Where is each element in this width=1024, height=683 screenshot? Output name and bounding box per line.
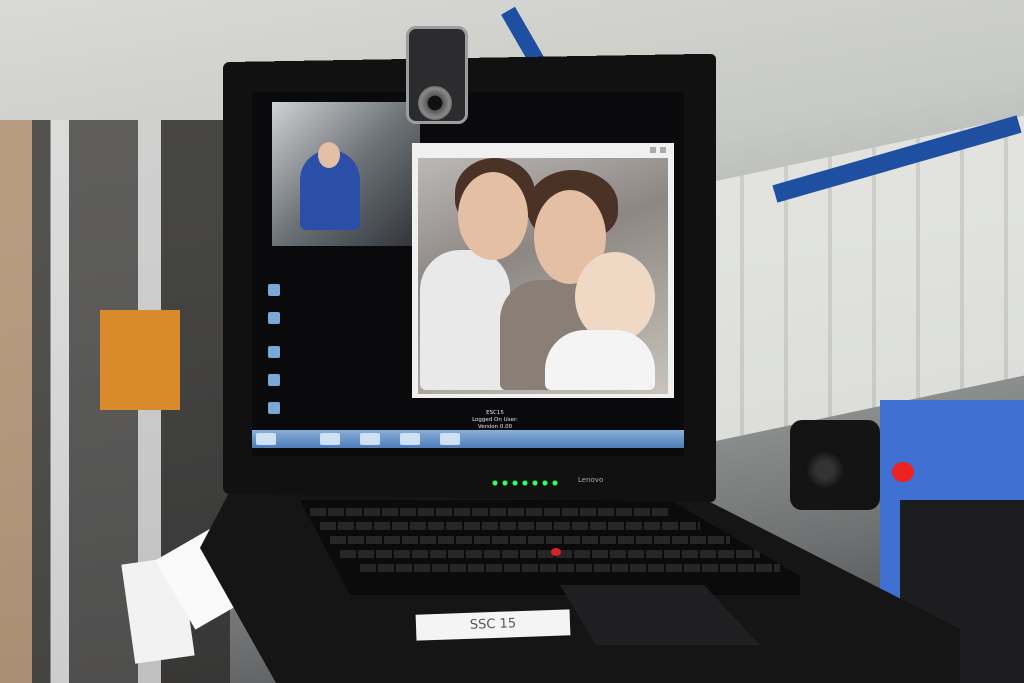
orange-connector: [100, 310, 180, 410]
logon-info: ESC15 Logged On User: Version 0.00: [440, 410, 550, 431]
flag-sticker: [892, 462, 914, 482]
taskbar-item[interactable]: [360, 433, 380, 445]
baby-clothes: [545, 330, 655, 390]
photo-scene: SSC 15 Lenovo ESC15 Logged On User: Vers…: [0, 0, 1024, 683]
camera-lens: [805, 450, 845, 490]
trackpoint[interactable]: [551, 548, 561, 556]
logon-line-user: Logged On User:: [472, 417, 518, 423]
brand-label: Lenovo: [578, 476, 604, 484]
desktop-icon[interactable]: [268, 312, 280, 324]
desktop-icon[interactable]: [268, 374, 280, 386]
logon-line-host: ESC15: [486, 410, 504, 416]
taskbar-item[interactable]: [440, 433, 460, 445]
taskbar[interactable]: [252, 430, 684, 448]
status-leds: [490, 480, 560, 486]
taskbar-item[interactable]: [320, 433, 340, 445]
astronaut-face: [318, 142, 340, 168]
taskbar-item[interactable]: [400, 433, 420, 445]
webcam-lens: [418, 86, 452, 120]
close-icon[interactable]: [660, 147, 666, 153]
baby-face: [575, 252, 655, 342]
shirt-left: [420, 250, 510, 390]
start-button[interactable]: [256, 433, 276, 445]
desktop-icon[interactable]: [268, 402, 280, 414]
minimize-icon[interactable]: [650, 147, 656, 153]
face-left: [458, 172, 528, 260]
desktop-icon[interactable]: [268, 284, 280, 296]
desktop-icon[interactable]: [268, 346, 280, 358]
asset-sticker: SSC 15: [415, 609, 571, 641]
